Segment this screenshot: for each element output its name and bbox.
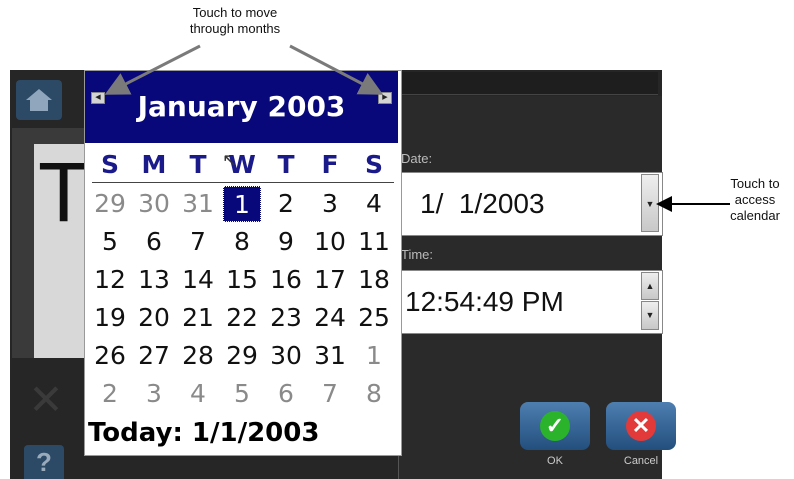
calendar-day[interactable]: 18 <box>352 262 396 298</box>
calendar-day[interactable]: 1 <box>352 338 396 374</box>
calendar-day[interactable]: 8 <box>352 376 396 412</box>
weekday-header-fri: F <box>321 150 339 179</box>
calendar-annotation-line3: calendar <box>730 208 780 223</box>
calendar-day[interactable]: 31 <box>176 186 220 222</box>
calendar-day[interactable]: 16 <box>264 262 308 298</box>
calendar-dropdown-button[interactable]: ▼ <box>641 174 659 232</box>
time-decrement-button[interactable]: ▼ <box>641 301 659 330</box>
home-button[interactable] <box>16 80 62 120</box>
cancel-button[interactable]: ✕ <box>606 402 676 450</box>
previous-month-button[interactable]: ◀ <box>91 92 105 104</box>
calendar-day[interactable]: 6 <box>132 224 176 260</box>
top-bar <box>400 72 658 95</box>
calendar-day[interactable]: 8 <box>220 224 264 260</box>
ok-label: OK <box>547 455 563 467</box>
checkmark-icon: ✓ <box>540 411 570 441</box>
horizontal-ruler <box>30 128 90 144</box>
calendar-month-title: January 2003 <box>137 90 346 123</box>
calendar-day[interactable]: 2 <box>88 376 132 412</box>
months-annotation-line1: Touch to move <box>192 5 278 20</box>
weekday-header-sat: S <box>364 150 383 179</box>
calendar-day[interactable]: 29 <box>220 338 264 374</box>
calendar-day[interactable]: 27 <box>132 338 176 374</box>
help-button[interactable]: ? <box>24 445 64 479</box>
today-link[interactable]: Today: 1/1/2003 <box>88 418 319 448</box>
chevron-right-icon: ▶ <box>382 94 388 101</box>
weekday-header-thu: T <box>277 150 295 179</box>
chevron-left-icon: ◀ <box>95 94 101 101</box>
close-icon: ✕ <box>626 411 656 441</box>
calendar-day[interactable]: 6 <box>264 376 308 412</box>
home-icon <box>26 89 52 111</box>
calendar-day[interactable]: 7 <box>308 376 352 412</box>
cancel-label: Cancel <box>623 455 659 467</box>
weekday-header-sun: S <box>100 150 119 179</box>
months-annotation-line2: through months <box>189 21 281 36</box>
weekday-divider <box>92 182 394 183</box>
calendar-day[interactable]: 21 <box>176 300 220 336</box>
calendar-day[interactable]: 4 <box>352 186 396 222</box>
next-month-button[interactable]: ▶ <box>378 92 392 104</box>
delete-icon[interactable]: ✕ <box>26 378 66 422</box>
time-increment-button[interactable]: ▲ <box>641 272 659 300</box>
calendar-day[interactable]: 2 <box>264 186 308 222</box>
calendar-day-selected[interactable]: 1 <box>223 186 261 222</box>
calendar-day[interactable]: 10 <box>308 224 352 260</box>
calendar-day[interactable]: 5 <box>220 376 264 412</box>
calendar-day[interactable]: 19 <box>88 300 132 336</box>
time-value: 12:54:49 PM <box>405 286 564 317</box>
chevron-down-icon: ▼ <box>645 310 655 320</box>
calendar-day[interactable]: 12 <box>88 262 132 298</box>
calendar-annotation-line1: Touch to <box>730 176 780 191</box>
calendar-day[interactable]: 29 <box>88 186 132 222</box>
calendar-day[interactable]: 26 <box>88 338 132 374</box>
calendar-day[interactable]: 31 <box>308 338 352 374</box>
vertical-ruler <box>12 128 34 358</box>
calendar-day[interactable]: 14 <box>176 262 220 298</box>
calendar-day[interactable]: 15 <box>220 262 264 298</box>
calendar-day[interactable]: 25 <box>352 300 396 336</box>
mouse-cursor-icon: ↖ <box>222 150 238 170</box>
date-value: 1/ 1/2003 <box>420 188 545 219</box>
calendar-day[interactable]: 30 <box>264 338 308 374</box>
calendar-day[interactable]: 22 <box>220 300 264 336</box>
date-label: Date: <box>401 151 433 166</box>
weekday-header-tue: T <box>189 150 207 179</box>
chevron-down-icon: ▼ <box>645 199 655 209</box>
calendar-day[interactable]: 5 <box>88 224 132 260</box>
weekday-header-mon: M <box>141 150 167 179</box>
calendar-day[interactable]: 7 <box>176 224 220 260</box>
calendar-day[interactable]: 28 <box>176 338 220 374</box>
ok-button[interactable]: ✓ <box>520 402 590 450</box>
calendar-annotation-line2: access <box>734 192 776 207</box>
chevron-up-icon: ▲ <box>645 281 655 291</box>
months-annotation: Touch to move through months <box>160 5 310 37</box>
calendar-annotation: Touch to access calendar <box>716 176 794 224</box>
calendar-day[interactable]: 17 <box>308 262 352 298</box>
calendar-day[interactable]: 30 <box>132 186 176 222</box>
time-label: Time: <box>401 247 434 262</box>
label-text-preview: T <box>38 145 90 239</box>
calendar-day[interactable]: 23 <box>264 300 308 336</box>
calendar-day[interactable]: 3 <box>132 376 176 412</box>
calendar-day[interactable]: 13 <box>132 262 176 298</box>
calendar-day[interactable]: 20 <box>132 300 176 336</box>
calendar-day[interactable]: 24 <box>308 300 352 336</box>
calendar-day[interactable]: 9 <box>264 224 308 260</box>
calendar-day[interactable]: 3 <box>308 186 352 222</box>
calendar-day[interactable]: 11 <box>352 224 396 260</box>
calendar-day[interactable]: 4 <box>176 376 220 412</box>
